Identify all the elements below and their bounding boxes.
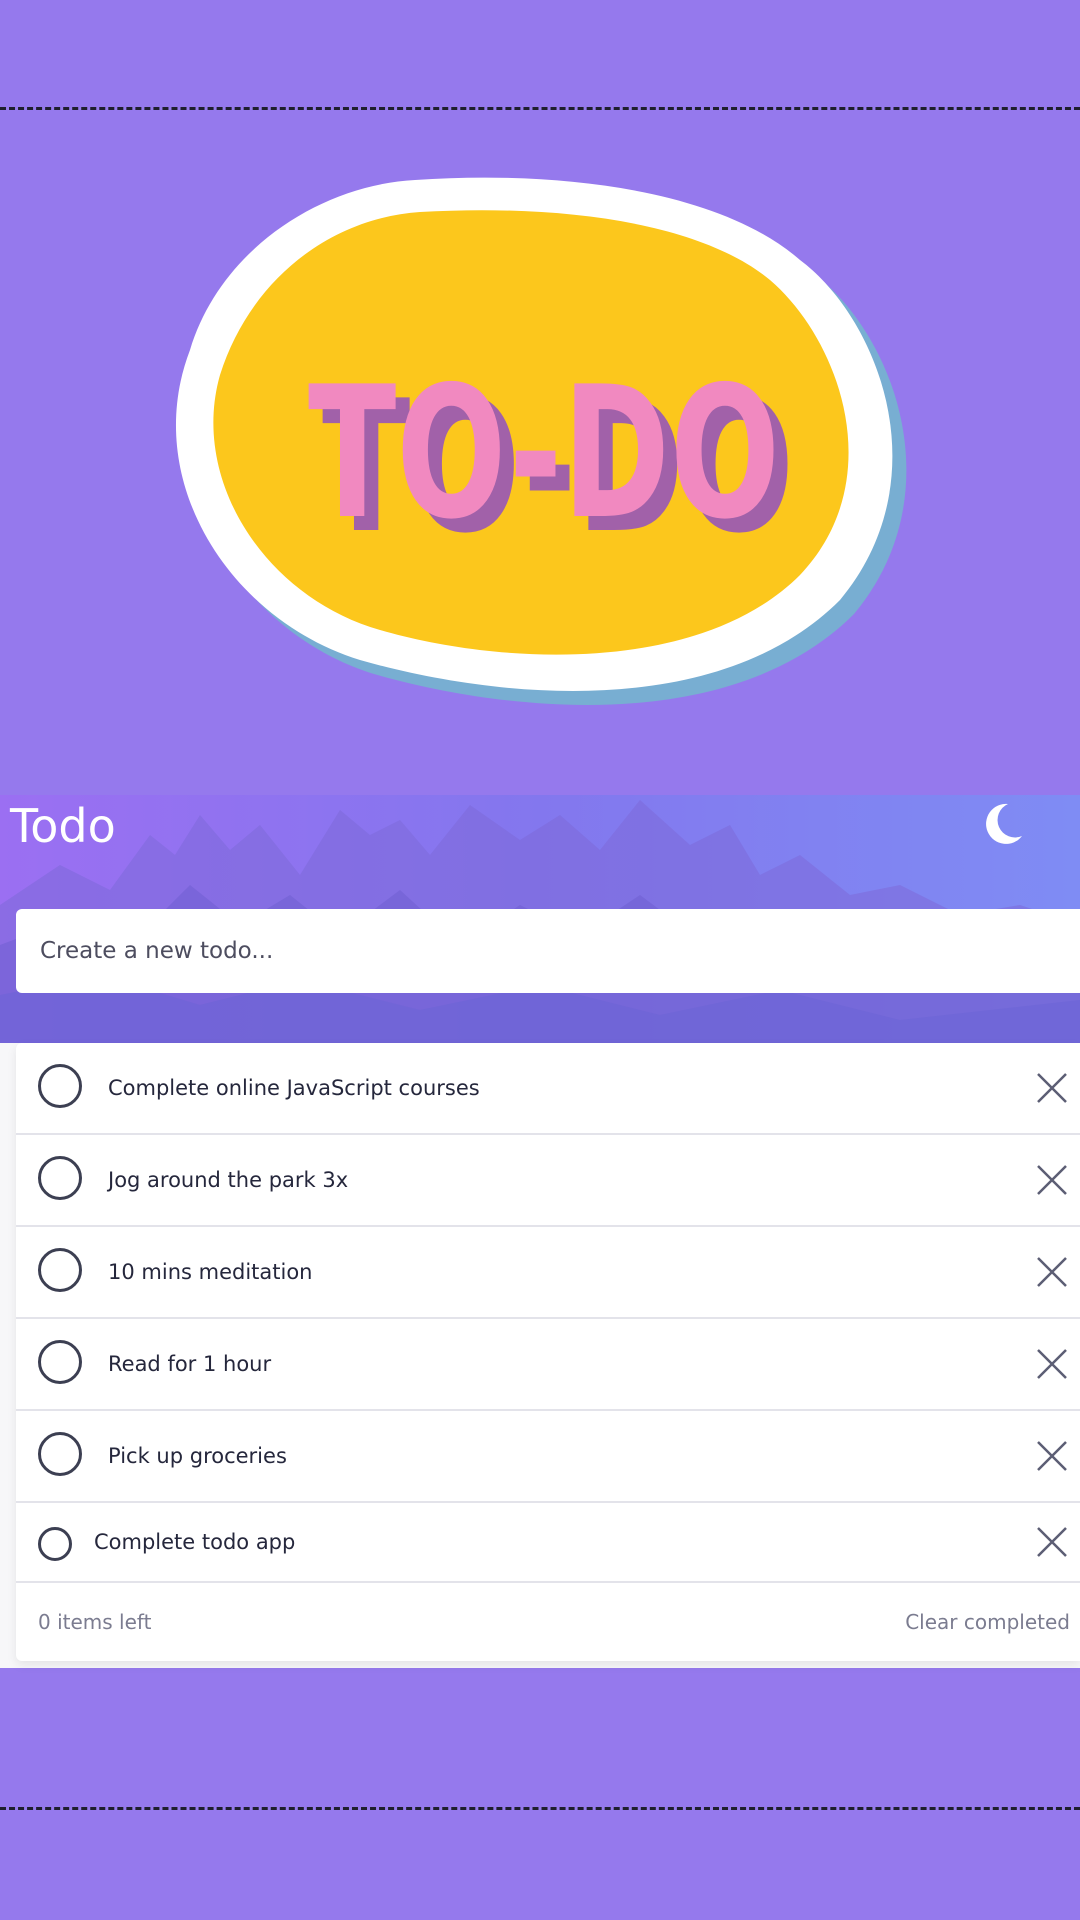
delete-icon[interactable]: [1032, 1522, 1072, 1562]
delete-icon[interactable]: [1032, 1160, 1072, 1200]
new-todo-input[interactable]: [38, 937, 1080, 965]
app-title: Todo: [10, 799, 116, 853]
delete-icon[interactable]: [1032, 1436, 1072, 1476]
logo-text: TO-DO: [308, 347, 780, 559]
todo-text: Complete todo app: [94, 1530, 296, 1554]
todo-list: Complete online JavaScript courses Jog a…: [16, 1043, 1080, 1661]
top-dashed-divider: [0, 107, 1080, 110]
complete-toggle-circle[interactable]: [38, 1432, 82, 1476]
todo-logo: TO-DO TO-DO: [175, 177, 907, 705]
moon-icon[interactable]: [978, 800, 1026, 848]
todo-item[interactable]: Read for 1 hour: [16, 1319, 1080, 1411]
todo-item[interactable]: Complete todo app: [16, 1503, 1080, 1583]
new-todo-field[interactable]: [16, 909, 1080, 993]
todo-text: Pick up groceries: [108, 1444, 287, 1468]
bottom-dashed-divider: [0, 1807, 1080, 1810]
clear-completed-button[interactable]: Clear completed: [905, 1583, 1070, 1661]
items-left-count: 0 items left: [38, 1610, 152, 1634]
todo-item[interactable]: Pick up groceries: [16, 1411, 1080, 1503]
todo-text: Complete online JavaScript courses: [108, 1076, 480, 1100]
complete-toggle-circle[interactable]: [38, 1527, 72, 1561]
complete-toggle-circle[interactable]: [38, 1156, 82, 1200]
todo-text: 10 mins meditation: [108, 1260, 313, 1284]
delete-icon[interactable]: [1032, 1344, 1072, 1384]
delete-icon[interactable]: [1032, 1068, 1072, 1108]
complete-toggle-circle[interactable]: [38, 1340, 82, 1384]
complete-toggle-circle[interactable]: [38, 1248, 82, 1292]
todo-text: Jog around the park 3x: [108, 1168, 349, 1192]
todo-footer: 0 items left Clear completed: [16, 1583, 1080, 1661]
complete-toggle-circle[interactable]: [38, 1064, 82, 1108]
todo-item[interactable]: 10 mins meditation: [16, 1227, 1080, 1319]
todo-text: Read for 1 hour: [108, 1352, 272, 1376]
todo-item[interactable]: Complete online JavaScript courses: [16, 1043, 1080, 1135]
delete-icon[interactable]: [1032, 1252, 1072, 1292]
todo-item[interactable]: Jog around the park 3x: [16, 1135, 1080, 1227]
